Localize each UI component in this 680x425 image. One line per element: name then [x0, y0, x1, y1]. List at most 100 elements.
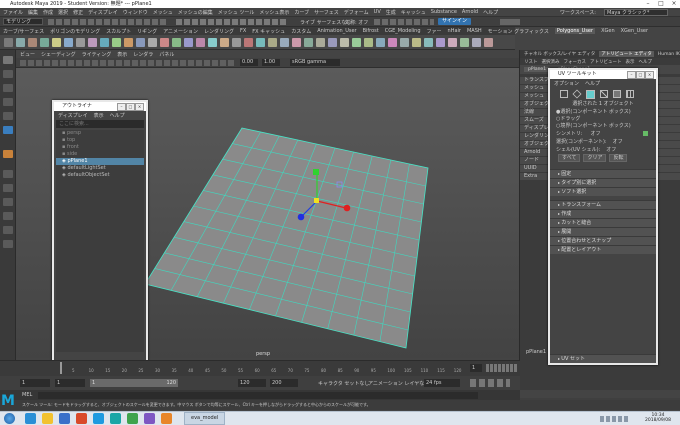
- shelf-tool-icon-10[interactable]: [123, 37, 133, 47]
- layout-four-icon[interactable]: [3, 184, 13, 192]
- paint-select-icon[interactable]: [3, 84, 13, 92]
- uv-option-2[interactable]: ○ 境界(コンポーネント ボックス): [550, 122, 656, 130]
- outliner-menu-1[interactable]: 表示: [94, 112, 104, 119]
- shelf-tool-icon-14[interactable]: [171, 37, 181, 47]
- menu-19[interactable]: ヘルプ: [483, 9, 498, 16]
- object-mode-icon[interactable]: [560, 90, 568, 98]
- menu-1[interactable]: 編集: [28, 9, 38, 16]
- menu-3[interactable]: 選択: [58, 9, 68, 16]
- face-mode-icon[interactable]: [613, 90, 621, 98]
- taskbar-item-eva[interactable]: eva_model: [184, 412, 226, 425]
- symmetry-label[interactable]: 対称: オフ: [345, 19, 368, 26]
- shelf-tool-icon-22[interactable]: [267, 37, 277, 47]
- menu-14[interactable]: UV: [374, 9, 381, 15]
- shelf-tool-icon-27[interactable]: [327, 37, 337, 47]
- panel-menu-0[interactable]: ビュー: [20, 51, 35, 58]
- taskbar-app-icon-0[interactable]: [25, 413, 36, 424]
- uv-set-section[interactable]: UV セット: [550, 354, 656, 363]
- shelf-tool-icon-32[interactable]: [387, 37, 397, 47]
- taskbar-app-icon-3[interactable]: [76, 413, 87, 424]
- select-all-button[interactable]: すべて: [558, 154, 581, 162]
- tray-icons[interactable]: [600, 415, 630, 422]
- panel-menu-3[interactable]: 表示: [117, 51, 127, 58]
- shelf-tool-icon-38[interactable]: [459, 37, 469, 47]
- right-tab-1[interactable]: アトリビュート エディタ: [599, 51, 654, 57]
- command-input[interactable]: [38, 391, 479, 399]
- outliner-item[interactable]: ◈ defaultObjectSet: [56, 172, 144, 179]
- shelf-tool-icon-7[interactable]: [87, 37, 97, 47]
- shelf-tool-icon-11[interactable]: [135, 37, 145, 47]
- status-line-icons[interactable]: [48, 19, 168, 25]
- shelf-tab-15[interactable]: モーション グラフィックス: [488, 28, 549, 35]
- shelf-tab-1[interactable]: ポリゴンのモデリング: [50, 28, 100, 35]
- last-tool-icon[interactable]: [3, 150, 13, 158]
- current-frame-field[interactable]: 1: [470, 364, 482, 372]
- menu-9[interactable]: メッシュ ツール: [218, 9, 255, 16]
- panel-menu-1[interactable]: シェーディング: [41, 51, 76, 58]
- shelf-tool-icon-25[interactable]: [303, 37, 313, 47]
- snap-icons[interactable]: [176, 19, 286, 25]
- layout-graph-icon[interactable]: [3, 226, 13, 234]
- shelf-tool-icon-36[interactable]: [435, 37, 445, 47]
- shelf-tool-icon-17[interactable]: [207, 37, 217, 47]
- clock[interactable]: 10:34 2018/09/08: [640, 413, 676, 423]
- shelf-tab-10[interactable]: Bifrost: [363, 28, 379, 34]
- right-tab-0[interactable]: チャネル ボックス/レイヤ エディタ: [524, 51, 595, 57]
- close-icon[interactable]: ×: [668, 0, 680, 8]
- uv-mode-icon[interactable]: [626, 90, 634, 98]
- uv-option-1[interactable]: ○ ドラッグ: [550, 115, 656, 123]
- outliner-close-icon[interactable]: ×: [135, 103, 144, 111]
- shelf-tool-icon-8[interactable]: [99, 37, 109, 47]
- shelf-tab-3[interactable]: リギング: [137, 28, 157, 35]
- x-scale-cube[interactable]: [343, 204, 351, 212]
- maximize-icon[interactable]: □: [655, 0, 667, 8]
- shelf-tool-icon-23[interactable]: [279, 37, 289, 47]
- menu-15[interactable]: 生成: [386, 9, 396, 16]
- outliner-item[interactable]: ▪ persp: [56, 130, 144, 137]
- shelf-tool-icon-4[interactable]: [51, 37, 61, 47]
- right-subtab-3[interactable]: アトリビュート: [590, 59, 622, 65]
- taskbar-app-icon-1[interactable]: [42, 413, 53, 424]
- plane-surface[interactable]: [145, 128, 428, 348]
- symmetry-value[interactable]: オフ: [591, 130, 601, 137]
- shelf-tab-2[interactable]: スカルプト: [106, 28, 131, 35]
- outliner-item[interactable]: ◈ pPlane1: [56, 158, 144, 165]
- shelf-tool-icon-6[interactable]: [75, 37, 85, 47]
- outliner-list[interactable]: ▪ persp ▪ top ▪ front ▪ side ◈ pPlane1 ◈ defa…: [56, 130, 144, 352]
- shelf-tool-icon-21[interactable]: [255, 37, 265, 47]
- layout-outliner-icon[interactable]: [3, 212, 13, 220]
- shelf-tab-0[interactable]: カーブ/サーフェス: [3, 28, 44, 35]
- shelf-tool-icon-19[interactable]: [231, 37, 241, 47]
- render-icons[interactable]: [374, 19, 434, 25]
- uv-menu-1[interactable]: ヘルプ: [585, 80, 600, 87]
- frame-field[interactable]: 0.00: [240, 59, 258, 66]
- uv-section-0[interactable]: 固定: [550, 169, 656, 178]
- layout-single-icon[interactable]: [3, 170, 13, 178]
- shelf-tool-icon-28[interactable]: [339, 37, 349, 47]
- menu-13[interactable]: デフォーム: [344, 9, 369, 16]
- uv-section-2[interactable]: ソフト選択: [550, 187, 656, 196]
- taskbar-app-icon-5[interactable]: [110, 413, 121, 424]
- select-tool-icon[interactable]: [3, 56, 13, 64]
- menu-8[interactable]: メッシュの編集: [178, 9, 213, 16]
- shelf-tab-6[interactable]: FX: [240, 28, 246, 34]
- vertex-mode-icon[interactable]: [572, 89, 582, 99]
- panel-toggle-icons[interactable]: [500, 19, 520, 25]
- shelf-tool-icon-3[interactable]: [39, 37, 49, 47]
- shelf-tab-14[interactable]: MASH: [467, 28, 482, 34]
- end-frame-field[interactable]: 200: [270, 379, 298, 387]
- shelf-tab-12[interactable]: ファー: [427, 28, 442, 35]
- right-subtab-4[interactable]: 表示: [626, 59, 635, 65]
- shelf-tab-17[interactable]: XGen: [601, 28, 615, 34]
- shelf-tool-icon-37[interactable]: [447, 37, 457, 47]
- shelf-tool-icon-26[interactable]: [315, 37, 325, 47]
- menu-2[interactable]: 作成: [43, 9, 53, 16]
- select-component-value[interactable]: オフ: [613, 138, 623, 145]
- shelf-tool-icon-13[interactable]: [159, 37, 169, 47]
- shelf-tool-icon-12[interactable]: [147, 37, 157, 47]
- lasso-tool-icon[interactable]: [3, 70, 13, 78]
- outliner-menu-2[interactable]: ヘルプ: [110, 112, 125, 119]
- shelf-tab-8[interactable]: カスタム: [291, 28, 311, 35]
- start-frame-field[interactable]: 1: [20, 379, 50, 387]
- playback-controls[interactable]: [486, 364, 518, 372]
